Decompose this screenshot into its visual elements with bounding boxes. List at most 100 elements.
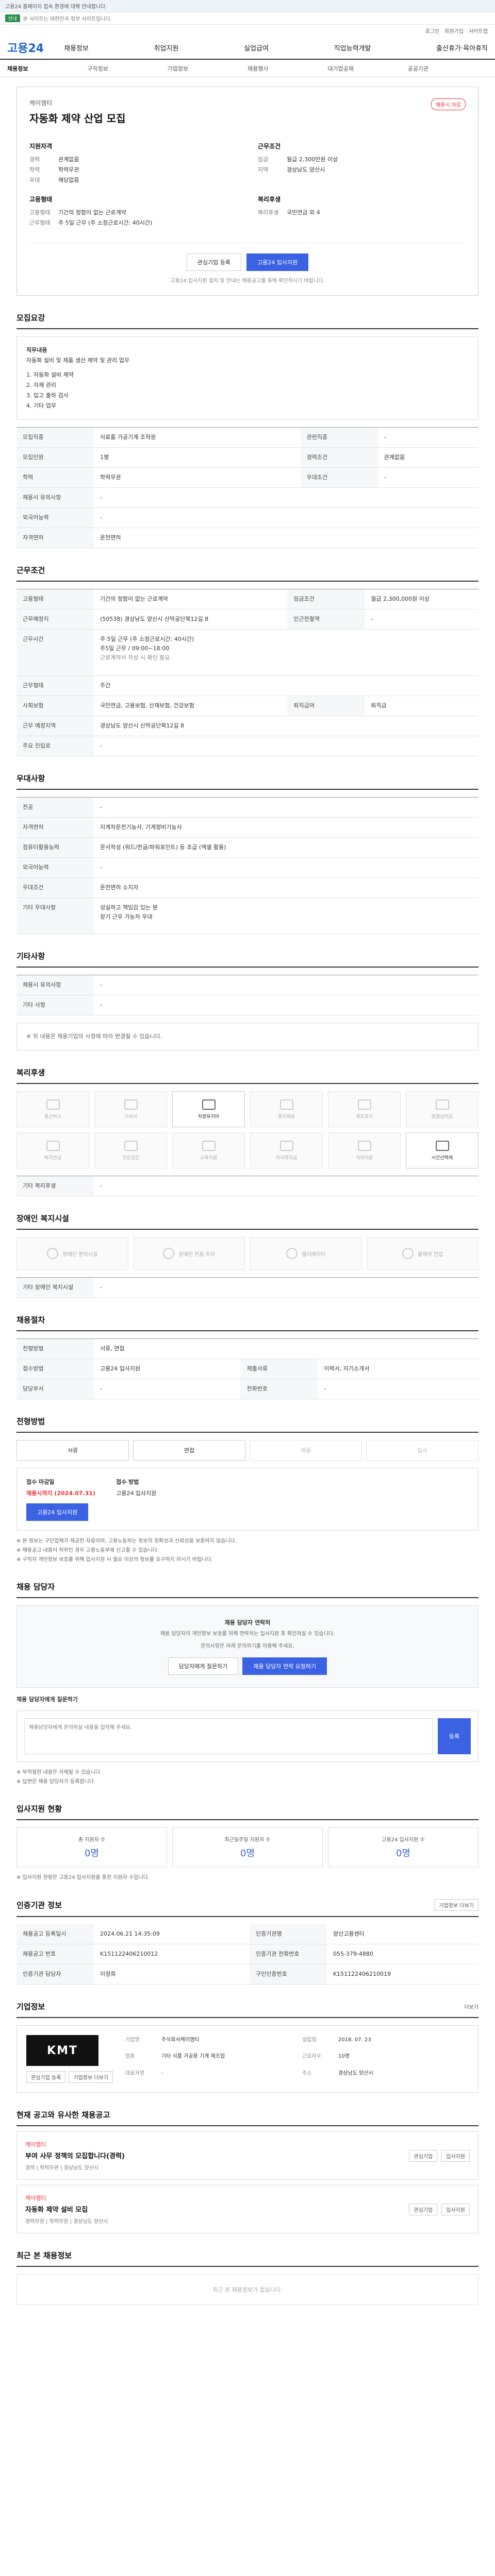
table-row: 고용형태 기간의 정함이 없는 근로계약 임금조건 월급 2,300,000원 이상: [16, 589, 478, 609]
field-value: 10명: [338, 2054, 350, 2060]
welfare-card: 통근버스: [16, 1091, 89, 1127]
contact-line: 채용 담당자의 개인정보 보호를 위해 연락처는 입사지원 후 확인하실 수 있…: [160, 1631, 335, 1637]
sitemap-link[interactable]: 사이트맵: [469, 27, 488, 35]
qa-send-button[interactable]: 등록: [438, 1718, 471, 1754]
cell: -: [94, 797, 478, 818]
cell-head: 채용공고 번호: [16, 1944, 94, 1964]
welfare-card: 중식제공: [250, 1091, 323, 1127]
stat-value: 0명: [395, 1848, 410, 1859]
gnb-item-benefit[interactable]: 실업급여: [244, 43, 269, 53]
company-scrap-button[interactable]: 관심기업 등록: [26, 2071, 66, 2083]
welfare-label: 통근버스: [44, 1114, 62, 1120]
contact-box: 채용 담당자 연락처 채용 담당자의 개인정보 보호를 위해 연락처는 입사지원…: [16, 1605, 478, 1688]
signup-link[interactable]: 회원가입: [444, 27, 464, 35]
global-nav: 고용24 채용정보 취업지원 실업급여 직업능력개발 출산휴가·육아휴직: [0, 36, 495, 60]
scrap-button[interactable]: 관심기업 등록: [186, 253, 241, 271]
company-field: 기업명 주식회사케이엠티: [125, 2035, 292, 2049]
rec-title[interactable]: 부여 사무 정책의 모집합니다(경력): [25, 2150, 125, 2160]
rec-title[interactable]: 자동화 제약 설비 모집: [25, 2204, 108, 2214]
cell-head: 학력: [16, 467, 94, 488]
kv-key: 지역: [258, 166, 269, 173]
field-key: 기업명: [125, 2037, 140, 2043]
cell-head: 채용시 유의사항: [16, 487, 94, 508]
disabled-card: 장애인 전용 주차: [133, 1237, 245, 1270]
cell-head: 전화번호: [240, 1379, 318, 1399]
cell-head: 기타 사항: [16, 995, 94, 1015]
rec-item[interactable]: 케이엠티 부여 사무 정책의 모집합니다(경력) 경력 | 학력무관 | 경상남도 …: [16, 2131, 478, 2180]
table-row: 채용시 유의사항 -: [16, 975, 478, 995]
cell-head: 구인인증번호: [249, 1964, 327, 1985]
rec-item[interactable]: 케이엠티 자동화 제약 설비 모집 경력무관 | 학력무관 | 경상남도 양산시 관…: [16, 2185, 478, 2233]
info-table: 채용공고 등록일시 2024.06.21 14:35:09 인증기관명 양산고용센터 …: [16, 1924, 478, 1985]
disabled-card-label: 장애인 편의시설: [62, 1251, 98, 1258]
cell: 관계없음: [377, 447, 478, 468]
welfare-card: 퇴직연금: [16, 1132, 89, 1168]
util-links: 로그인 회원가입 사이트맵: [0, 25, 495, 36]
work-note: 근로계약서 작성 시 확인 필요: [100, 654, 170, 661]
disabled-etc-table: 기타 장애인 복지시설 -: [16, 1277, 478, 1298]
job-title: 자동화 제약 산업 모집: [29, 112, 126, 125]
apply-button[interactable]: 고용24 입사지원: [246, 253, 309, 271]
field-key: 주소: [302, 2070, 312, 2076]
rec-scrap-button[interactable]: 관심기업: [409, 2149, 438, 2162]
gnb-item-jobs[interactable]: 채용정보: [64, 43, 89, 53]
subnav-item[interactable]: 채용정보: [7, 64, 87, 73]
rec-company: 케이엠티: [25, 2195, 46, 2201]
stat-label: 총 지원자 수: [78, 1837, 106, 1843]
table-row: 기타 사항 -: [16, 995, 478, 1015]
cell-head: 접수방법: [16, 1359, 94, 1379]
gnb-item-training[interactable]: 직업능력개발: [334, 43, 371, 53]
step-item: 서류: [16, 1440, 129, 1461]
company-detail-button[interactable]: 기업정보 더보기: [69, 2071, 113, 2083]
welfare-icon: [46, 1140, 60, 1151]
cell: -: [94, 1277, 478, 1298]
prefer-table: 전공 - 자격면허 지게차운전기능사, 기계정비기능사 컴퓨터활용능력 문서작성 (워…: [16, 797, 478, 934]
request-contact-button[interactable]: 채용 담당자 연락 요청하기: [242, 1657, 327, 1675]
table-row: 채용시 유의사항 -: [16, 487, 478, 508]
qa-notes: ※ 부적절한 내용은 삭제될 수 있습니다. ※ 답변은 채용 담당자가 등록합…: [16, 1768, 478, 1787]
gnb-item-leave[interactable]: 출산휴가·육아휴직: [436, 43, 488, 53]
company-name[interactable]: 케이엠티: [29, 98, 126, 107]
company-fields: 기업명 주식회사케이엠티 설립일 2018. 07. 23 업종 기타 식품 가공용 …: [125, 2035, 469, 2083]
wheelchair-icon: [402, 1248, 414, 1259]
apply-button-2[interactable]: 고용24 입사지원: [26, 1503, 89, 1521]
field-value: 주식회사케이엠티: [161, 2037, 200, 2043]
login-link[interactable]: 로그인: [425, 27, 440, 35]
cell-head: 자격면허: [16, 528, 94, 548]
table-row: 사회보험 국민연금, 고용보험, 산재보험, 건강보험 퇴직급여 퇴직금: [16, 696, 478, 716]
subnav-item[interactable]: 대기업공채: [327, 64, 407, 73]
subnav-item[interactable]: 채용행사: [248, 64, 327, 73]
subnav-item[interactable]: 구직정보: [87, 64, 167, 73]
rec-scrap-button[interactable]: 관심기업: [409, 2203, 438, 2215]
section-title-contact: 채용 담당자: [16, 1581, 478, 1598]
welfare-label: 차량유지비: [197, 1114, 220, 1120]
welfare-label: 식비지원: [355, 1155, 373, 1161]
jobdesc-list: 1. 자동화 설비 제약 2. 자재 관리 3. 입고 출하 검사 4. 기타 …: [26, 370, 469, 411]
cell-head: 기타 복리후생: [16, 1176, 94, 1196]
gnb-item-support[interactable]: 취업지원: [154, 43, 179, 53]
section-title-etc: 기타사항: [16, 951, 478, 968]
cell: -: [94, 1379, 241, 1399]
rec-apply-button[interactable]: 입사지원: [441, 2149, 470, 2162]
welfare-icon: [202, 1140, 216, 1151]
cell-head: 전형방법: [16, 1338, 94, 1359]
cell: 이력서, 자기소개서: [318, 1359, 478, 1379]
cell: 국민연금, 고용보험, 산재보험, 건강보험: [94, 696, 288, 716]
welfare-label: 건강검진: [122, 1155, 140, 1161]
job-summary: 케이엠티 자동화 제약 산업 모집 채용시 마감 지원자격 경력 관계없음 학력 학…: [16, 87, 478, 296]
cell: -: [94, 507, 478, 528]
rec-apply-button[interactable]: 입사지원: [441, 2203, 470, 2215]
apply-stats: 총 지원자 수 0명 최근일주일 지원자 수 0명 고용24 입사지원 수 0명: [16, 1827, 478, 1867]
qa-note: ※ 답변은 채용 담당자가 등록합니다.: [16, 1779, 96, 1785]
cell-head: 전공: [16, 797, 94, 818]
subnav-item[interactable]: 기업정보: [168, 64, 248, 73]
qa-input[interactable]: [24, 1718, 433, 1754]
step-item: 채용: [250, 1440, 362, 1461]
site-logo[interactable]: 고용24: [7, 39, 64, 56]
company-more-link[interactable]: 더보기: [464, 2003, 478, 2010]
cell-head: 인증기관 담당자: [16, 1964, 94, 1985]
ask-button[interactable]: 담당자에게 질문하기: [168, 1657, 239, 1675]
sub-nav: 채용정보 구직정보 기업정보 채용행사 대기업공채 공공기관: [0, 60, 495, 77]
subnav-item[interactable]: 공공기관: [408, 64, 488, 73]
info-more-button[interactable]: 기업정보 더보기: [434, 1899, 478, 1911]
